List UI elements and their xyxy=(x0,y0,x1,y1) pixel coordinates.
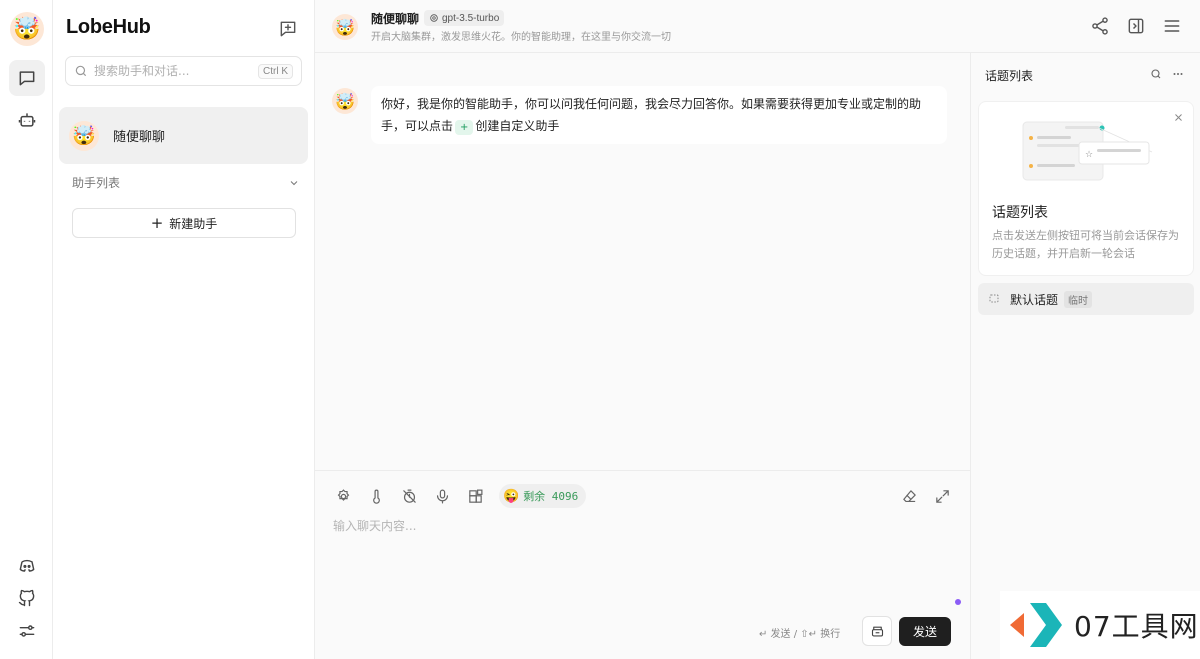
search-icon xyxy=(1151,69,1161,79)
more-horizontal-icon xyxy=(1173,73,1183,75)
temperature-button[interactable] xyxy=(366,486,386,506)
model-settings-button[interactable] xyxy=(333,486,353,506)
brand-logo: LobeHub xyxy=(66,16,151,38)
chevron-down-icon xyxy=(290,180,298,185)
expand-input-button[interactable] xyxy=(932,486,952,506)
header-avatar[interactable]: 🤯 xyxy=(332,14,358,40)
settings-button[interactable] xyxy=(9,613,45,649)
microphone-icon xyxy=(436,489,448,503)
session-title: 随便聊聊 xyxy=(113,130,166,145)
eraser-icon xyxy=(902,489,916,502)
menu-icon xyxy=(1164,20,1180,32)
topic-panel-title: 话题列表 xyxy=(985,69,1034,83)
search-input[interactable] xyxy=(94,64,258,78)
market-nav-button[interactable] xyxy=(9,102,45,138)
dashed-message-icon xyxy=(989,294,999,303)
message-plus-icon xyxy=(280,21,296,37)
panel-right-icon xyxy=(1128,18,1144,34)
blocks-icon xyxy=(468,489,482,503)
chat-header: 🤯 随便聊聊 gpt-3.5-turbo 开启大脑集群，激发思维火花。你的智能助… xyxy=(315,0,1200,53)
guide-close-button[interactable] xyxy=(1171,110,1185,124)
menu-button[interactable] xyxy=(1161,15,1183,37)
assistant-group-label: 助手列表 xyxy=(72,176,121,190)
inline-plus-chip: + xyxy=(455,120,474,135)
close-icon xyxy=(1174,113,1182,121)
chat-bubble-icon xyxy=(19,71,35,86)
send-hint: ↵ 发送 / ⇧↵ 换行 xyxy=(759,629,841,640)
thermometer-icon xyxy=(372,489,380,504)
topic-search-button[interactable] xyxy=(1149,67,1163,81)
guide-description: 点击发送左侧按钮可将当前会话保存为历史话题，并开启新一轮会话 xyxy=(992,229,1179,260)
topic-illustration: ☆ xyxy=(1022,121,1153,181)
nav-rail: 🤯 xyxy=(0,0,53,659)
topic-guide-card: ☆ 话题列表 点击发送左侧按钮可将当前会话保存为历史话题，并开启新一轮会话 xyxy=(978,101,1194,276)
chat-nav-button[interactable] xyxy=(9,60,45,96)
user-avatar[interactable]: 🤯 xyxy=(10,12,44,46)
site-watermark: 07工具网 xyxy=(1000,591,1200,659)
token-label: 剩余 4096 xyxy=(523,490,579,503)
search-box[interactable]: Ctrl K xyxy=(65,56,302,86)
plugins-button[interactable] xyxy=(465,486,485,506)
topic-label: 默认话题 xyxy=(1010,292,1059,307)
header-title: 随便聊聊 xyxy=(371,12,420,26)
voice-input-button[interactable] xyxy=(432,486,452,506)
header-description: 开启大脑集群，激发思维火花。你的智能助理，在这里与你交流一切 xyxy=(371,32,671,43)
github-icon xyxy=(18,589,35,607)
send-button[interactable]: 发送 xyxy=(899,617,951,646)
openai-icon xyxy=(430,14,438,22)
topic-more-button[interactable] xyxy=(1171,67,1185,81)
watermark-logo-icon xyxy=(1010,603,1062,647)
search-icon xyxy=(75,65,87,77)
chat-input[interactable] xyxy=(333,517,953,607)
share-icon xyxy=(1092,17,1108,35)
model-tag[interactable]: gpt-3.5-turbo xyxy=(424,10,505,26)
assistant-message: 你好，我是你的智能助手，你可以问我任何问题，我会尽力回答你。如果需要获得更加专业… xyxy=(371,86,947,144)
guide-title: 话题列表 xyxy=(992,205,1048,221)
assistant-group-header[interactable]: 助手列表 xyxy=(72,174,300,191)
settings-sliders-icon xyxy=(19,625,35,637)
model-name: gpt-3.5-turbo xyxy=(442,12,500,24)
clear-conversation-button[interactable] xyxy=(899,486,919,506)
github-link[interactable] xyxy=(9,580,45,616)
session-item[interactable]: 🤯 随便聊聊 xyxy=(59,107,308,164)
discord-link[interactable] xyxy=(9,548,45,584)
timer-off-icon xyxy=(402,489,416,503)
message-text-part2: 创建自定义助手 xyxy=(475,119,560,133)
plus-icon: + xyxy=(150,214,164,232)
assistant-avatar: 🤯 xyxy=(332,88,358,114)
new-assistant-button[interactable]: + 新建助手 xyxy=(72,208,296,238)
bot-icon xyxy=(18,113,36,127)
share-button[interactable] xyxy=(1089,15,1111,37)
toggle-panel-button[interactable] xyxy=(1125,15,1147,37)
token-counter[interactable]: 😜 剩余 4096 xyxy=(499,484,587,508)
archive-icon xyxy=(871,626,883,636)
token-emoji-icon: 😜 xyxy=(503,488,520,504)
save-topic-button[interactable] xyxy=(862,616,892,646)
session-avatar: 🤯 xyxy=(69,120,99,151)
temporary-badge: 临时 xyxy=(1064,290,1093,308)
new-chat-button[interactable] xyxy=(275,16,301,42)
discord-icon xyxy=(19,559,35,572)
history-limit-button[interactable] xyxy=(399,486,419,506)
session-sidebar: LobeHub Ctrl K 🤯 随便聊聊 助手列表 + 新建助手 xyxy=(53,0,315,659)
brain-icon xyxy=(337,488,349,501)
svg-text:☆: ☆ xyxy=(1085,150,1093,160)
status-dot xyxy=(955,599,961,605)
search-shortcut: Ctrl K xyxy=(258,63,293,79)
chat-input-area: 😜 剩余 4096 ↵ 发送 / ⇧↵ 换行 发送 xyxy=(315,470,970,659)
topic-panel: 话题列表 ☆ 话题列表 点击发送左侧按钮可将当前会话保存为历史话题，并开启新一轮… xyxy=(970,53,1200,659)
chat-main: 🤯 你好，我是你的智能助手，你可以问我任何问题，我会尽力回答你。如果需要获得更加… xyxy=(315,0,970,659)
watermark-text: 07工具网 xyxy=(1074,610,1199,643)
new-assistant-label: 新建助手 xyxy=(169,216,218,231)
topic-item[interactable]: 默认话题 临时 xyxy=(978,283,1194,315)
expand-icon xyxy=(935,489,949,503)
